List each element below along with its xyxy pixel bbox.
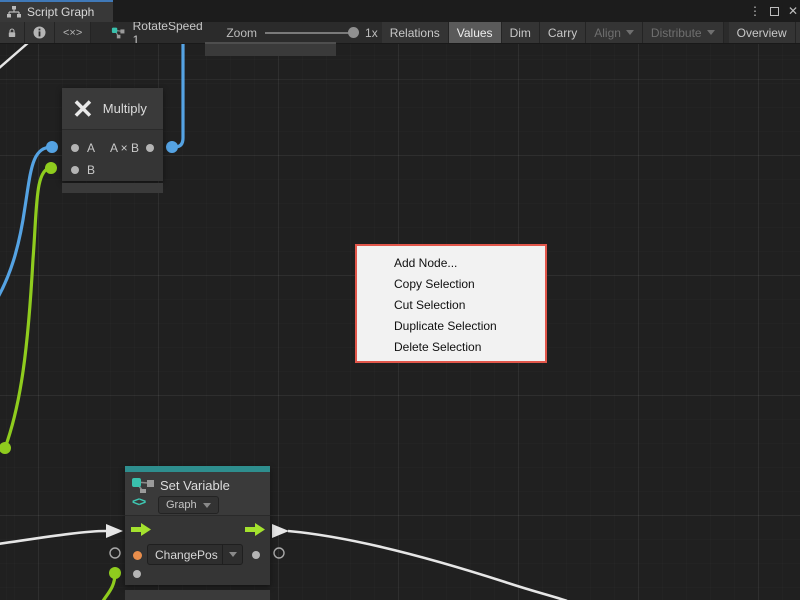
wire-endpoint-blue <box>46 141 58 153</box>
zoom-slider-handle[interactable] <box>348 27 359 38</box>
port-label: B <box>87 163 95 177</box>
carry-button[interactable]: Carry <box>540 22 586 43</box>
input-value-port[interactable] <box>133 570 141 578</box>
input-port-a[interactable] <box>71 144 79 152</box>
chevron-down-icon <box>707 30 715 35</box>
graph-breadcrumb[interactable]: RotateSpeed 1 <box>103 22 212 43</box>
scope-label: Graph <box>166 499 197 511</box>
toolbar-gap <box>91 22 103 43</box>
node-set-variable[interactable]: <> Set Variable Graph ChangePos <box>125 466 270 585</box>
window-maximize-icon[interactable] <box>770 7 779 16</box>
output-value-port[interactable] <box>252 551 260 559</box>
fullscreen-button[interactable]: Full Screen <box>796 22 800 43</box>
node-multiply[interactable]: ✕ Multiply A A × B B <box>62 88 163 181</box>
setvar-footer <box>125 590 270 600</box>
script-graph-window: Script Graph ⋮ ✕ <×> <box>0 0 800 600</box>
lock-button[interactable] <box>0 22 25 43</box>
relations-label: Relations <box>390 26 440 40</box>
port-row: A A × B <box>71 137 154 159</box>
menu-item-duplicate-selection[interactable]: Duplicate Selection <box>357 316 545 337</box>
multiply-header[interactable]: ✕ Multiply <box>62 88 163 130</box>
setvar-body: ChangePos <box>125 516 270 585</box>
lock-icon <box>8 27 16 39</box>
code-icon: <×> <box>63 27 82 39</box>
multiply-footer <box>62 183 163 193</box>
flow-arrowhead <box>106 524 123 538</box>
menu-item-add-node[interactable]: Add Node... <box>357 253 545 274</box>
wire-green-input-b <box>5 168 51 448</box>
distribute-label: Distribute <box>651 26 702 40</box>
port-row: B <box>71 159 154 181</box>
zoom-slider[interactable] <box>265 32 357 34</box>
graph-canvas[interactable]: ✕ Multiply A A × B B <box>0 44 800 600</box>
variable-name-dropdown[interactable]: ChangePos <box>147 544 243 565</box>
port-label: A <box>87 141 95 155</box>
chevron-down-icon <box>626 30 634 35</box>
wire-white-flow-out <box>288 531 567 600</box>
graph-toolbar: <×> RotateSpeed 1 Zoom 1x Relations Valu… <box>0 22 800 44</box>
distribute-button[interactable]: Distribute <box>643 22 724 43</box>
inspect-button[interactable] <box>25 22 55 43</box>
code-icon: <> <box>132 494 145 509</box>
variable-scope-dropdown[interactable]: Graph <box>158 496 219 514</box>
chevron-down-icon <box>203 503 211 508</box>
relations-button[interactable]: Relations <box>382 22 449 43</box>
flow-arrowhead <box>272 524 289 538</box>
port-label: A × B <box>110 141 139 155</box>
wire-blue-output <box>172 44 183 147</box>
values-label: Values <box>457 26 493 40</box>
zoom-value: 1x <box>365 26 378 40</box>
graph-asset-icon <box>111 26 125 40</box>
zoom-control: Zoom 1x <box>212 22 381 43</box>
window-controls: ⋮ ✕ <box>749 0 798 22</box>
set-variable-icon <box>131 477 157 493</box>
align-label: Align <box>594 26 621 40</box>
unconnected-port-ring[interactable] <box>274 548 284 558</box>
wire-endpoint-blue <box>166 141 178 153</box>
dropdown-caret-box <box>222 545 242 564</box>
code-preview-button[interactable]: <×> <box>55 22 91 43</box>
graph-ref-label: RotateSpeed 1 <box>133 22 205 44</box>
variable-row: ChangePos <box>125 544 270 566</box>
graph-tree-icon <box>7 6 21 18</box>
window-menu-icon[interactable]: ⋮ <box>749 4 761 18</box>
wire-white-topleft <box>0 44 29 69</box>
variable-name-port[interactable] <box>133 551 142 560</box>
zoom-label: Zoom <box>226 26 257 40</box>
wire-white-flow-in <box>0 531 106 544</box>
output-port-result[interactable] <box>146 144 154 152</box>
flow-output-arrow[interactable] <box>245 523 266 536</box>
align-button[interactable]: Align <box>586 22 643 43</box>
tab-script-graph[interactable]: Script Graph <box>0 0 113 22</box>
unconnected-port-ring[interactable] <box>110 548 120 558</box>
window-close-icon[interactable]: ✕ <box>788 4 798 18</box>
menu-item-cut-selection[interactable]: Cut Selection <box>357 295 545 316</box>
wire-endpoint-green <box>45 162 57 174</box>
values-button[interactable]: Values <box>449 22 502 43</box>
overview-label: Overview <box>737 26 787 40</box>
dim-button[interactable]: Dim <box>502 22 540 43</box>
multiply-body: A A × B B <box>62 130 163 181</box>
flow-input-arrow[interactable] <box>131 523 152 536</box>
menu-item-delete-selection[interactable]: Delete Selection <box>357 337 545 358</box>
node-title: Set Variable <box>160 478 230 493</box>
wire-endpoint-green <box>109 567 121 579</box>
wire-endpoint-green <box>0 442 11 454</box>
input-port-b[interactable] <box>71 166 79 174</box>
variable-name: ChangePos <box>148 548 222 562</box>
offscreen-node-fragment <box>205 42 336 56</box>
carry-label: Carry <box>548 26 577 40</box>
tab-title: Script Graph <box>27 5 94 19</box>
dim-label: Dim <box>510 26 531 40</box>
chevron-down-icon <box>229 552 237 557</box>
info-icon <box>33 26 46 39</box>
menu-item-copy-selection[interactable]: Copy Selection <box>357 274 545 295</box>
setvar-header[interactable]: <> Set Variable Graph <box>125 472 270 516</box>
node-title: Multiply <box>103 101 147 116</box>
canvas-context-menu: Add Node... Copy Selection Cut Selection… <box>355 244 547 363</box>
multiply-icon: ✕ <box>72 96 94 122</box>
overview-button[interactable]: Overview <box>729 22 796 43</box>
tab-bar: Script Graph ⋮ ✕ <box>0 0 800 22</box>
